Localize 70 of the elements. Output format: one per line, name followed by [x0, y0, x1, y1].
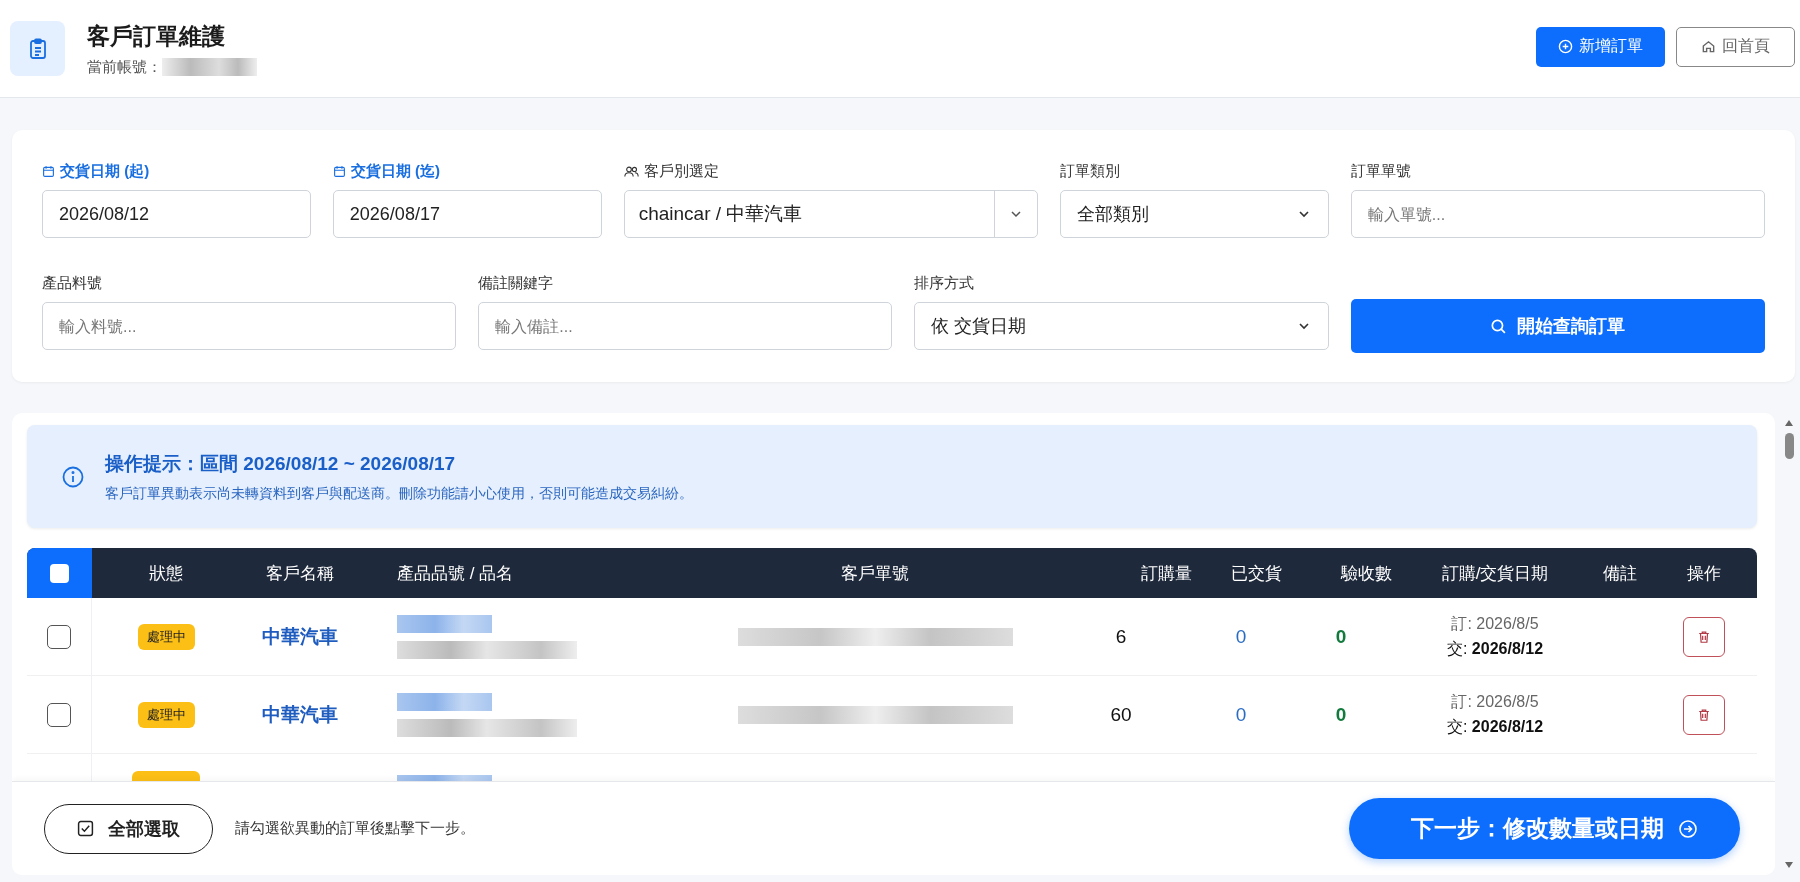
account-label: 當前帳號：	[87, 57, 162, 77]
trash-icon	[1696, 629, 1711, 644]
search-button[interactable]: 開始查詢訂單	[1350, 299, 1765, 353]
home-button[interactable]: 回首頁	[1676, 26, 1795, 67]
next-step-button[interactable]: 下一步：修改數量或日期	[1349, 798, 1740, 859]
column-header: 狀態	[148, 562, 184, 585]
field-label: 交貨日期 (起)	[60, 161, 150, 181]
field-label: 備註關鍵字	[478, 273, 554, 293]
search-icon	[1490, 317, 1508, 335]
row-checkbox[interactable]	[47, 702, 71, 727]
select-all-checkbox[interactable]	[50, 563, 69, 583]
column-header: 備註	[1602, 562, 1638, 585]
field-label: 產品料號	[42, 273, 102, 293]
status-tag: 處理中	[137, 701, 195, 728]
plus-circle-icon	[1558, 39, 1573, 54]
accepted-quantity: 0	[1335, 625, 1347, 648]
row-checkbox[interactable]	[47, 624, 71, 649]
order-quantity: 60	[1110, 703, 1132, 726]
accepted-quantity: 0	[1335, 703, 1347, 726]
checkbox-icon	[77, 820, 94, 837]
order-date: 訂: 2026/8/5	[1451, 691, 1539, 712]
field-label: 客戶別選定	[643, 161, 719, 181]
date-field[interactable]: 2026/08/17	[332, 190, 602, 238]
order-date: 訂: 2026/8/5	[1451, 613, 1539, 634]
clipboard-icon	[10, 21, 65, 76]
delivered-quantity: 0	[1235, 625, 1247, 648]
customer-select-field[interactable]: chaincar / 中華汽車	[623, 190, 1038, 238]
delivered-quantity: 0	[1235, 703, 1247, 726]
delete-button[interactable]	[1682, 694, 1725, 735]
date-field[interactable]: 2026/08/12	[42, 190, 311, 238]
status-tag: 處理中	[137, 623, 195, 650]
column-header: 產品品號 / 品名	[396, 562, 515, 585]
notice-text: 客戶訂單異動表示尚未轉資料到客戶與配送商。刪除功能請小心使用，否則可能造成交易糾紛。	[105, 484, 693, 503]
field-label: 訂單單號	[1350, 161, 1411, 181]
notice-title: 操作提示：區間 2026/08/12 ~ 2026/08/17	[105, 451, 457, 476]
column-header: 操作	[1685, 562, 1722, 585]
calendar-icon	[332, 164, 346, 178]
delivery-date: 交: 2026/8/12	[1446, 638, 1544, 659]
input-field[interactable]: 輸入備註...	[478, 302, 893, 350]
select-field[interactable]: 全部類別	[1059, 190, 1329, 238]
field-label: 排序方式	[914, 273, 975, 293]
field-label: 交貨日期 (迄)	[350, 161, 440, 181]
field-label: 訂單類別	[1059, 161, 1120, 181]
customer-name: 中華汽車	[262, 624, 338, 649]
trash-icon	[1696, 707, 1711, 722]
home-icon	[1701, 39, 1716, 54]
order-quantity: 6	[1115, 625, 1127, 648]
new-order-button[interactable]: 新增訂單	[1536, 26, 1665, 67]
select-field[interactable]: 依 交貨日期	[914, 302, 1329, 350]
arrow-circle-icon	[1678, 818, 1698, 839]
select-all-button[interactable]: 全部選取	[44, 803, 213, 854]
scroll-up-icon[interactable]	[1784, 419, 1794, 427]
calendar-icon	[42, 164, 55, 178]
column-header: 客戶單號	[840, 562, 910, 585]
delivery-date: 交: 2026/8/12	[1446, 716, 1544, 737]
column-header: 客戶名稱	[265, 562, 335, 585]
column-header: 訂購/交貨日期	[1440, 562, 1550, 585]
scrollbar-thumb[interactable]	[1784, 433, 1794, 459]
input-field[interactable]: 輸入單號...	[1350, 190, 1765, 238]
delete-button[interactable]	[1682, 616, 1725, 657]
info-icon	[61, 464, 85, 489]
input-field[interactable]: 輸入料號...	[42, 302, 457, 350]
customer-name: 中華汽車	[262, 702, 338, 727]
people-icon	[623, 164, 639, 178]
scroll-down-icon[interactable]	[1784, 861, 1794, 869]
column-header: 已交貨	[1230, 562, 1283, 585]
hint-text: 請勾選欲異動的訂單後點擊下一步。	[235, 819, 475, 838]
column-header: 訂購量	[1140, 562, 1193, 585]
column-header: 驗收數	[1339, 562, 1393, 585]
page-title: 客戶訂單維護	[87, 21, 226, 51]
